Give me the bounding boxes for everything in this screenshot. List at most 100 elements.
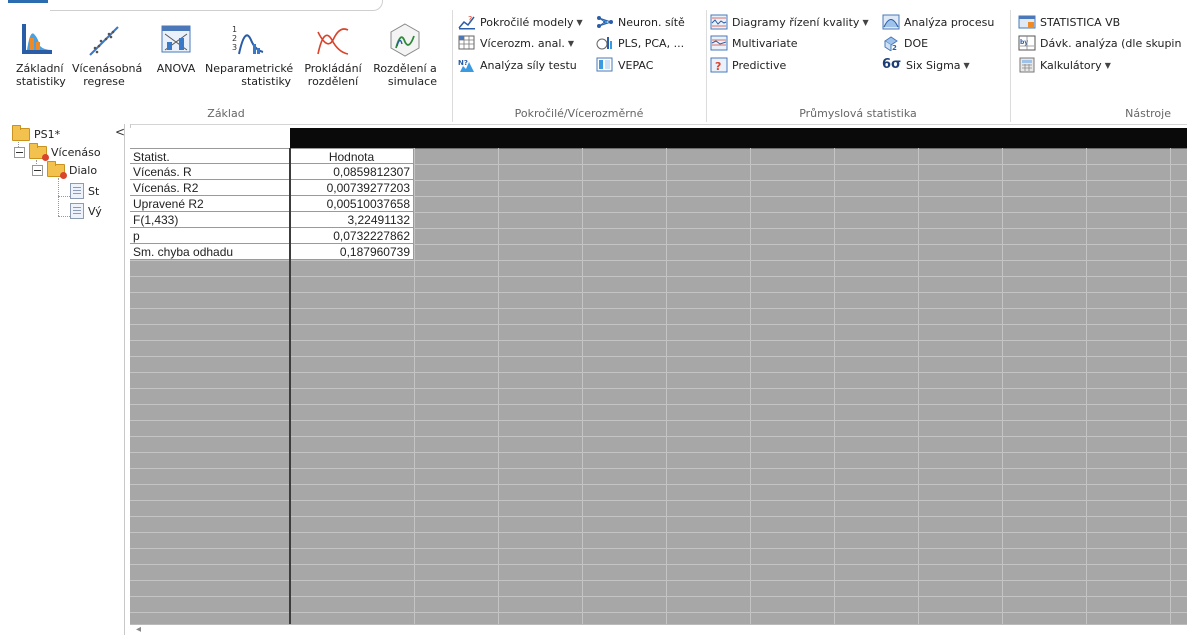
doe-icon: 2 [882,35,900,52]
neural-network-icon [596,14,614,30]
header-cell-value[interactable]: Hodnota [290,148,414,164]
horizontal-scrollbar[interactable]: ◂ [130,624,1187,635]
folder-open-icon [12,124,30,141]
process-analysis-button[interactable]: Analýza procesu [882,12,994,32]
grid-line [582,148,583,635]
advanced-models-button[interactable]: ? Pokročilé modely ▼ [458,12,583,32]
predictive-label: Predictive [732,58,787,72]
tree-item-sheet-1[interactable]: St [70,182,99,200]
advanced-models-label: Pokročilé modely [480,15,574,29]
table-row-name[interactable]: Vícenás. R2 [130,180,290,196]
group-tools: STATISTICA VB by Dávk. analýza (dle skup… [1010,10,1187,122]
tree-item-label: St [88,184,100,198]
predictive-button[interactable]: ? Predictive [710,55,786,75]
grid-line [666,148,667,635]
power-analysis-label: Analýza síly testu [480,58,577,72]
folder-analysis-icon [47,160,67,179]
chevron-down-icon: ▼ [576,17,583,27]
doe-button[interactable]: 2 DOE [882,33,928,53]
tree-connector [58,196,70,197]
six-sigma-button[interactable]: 6σ Six Sigma ▼ [882,55,970,75]
grid-line [834,148,835,635]
statistica-vb-label: STATISTICA VB [1040,15,1121,29]
table-row-name[interactable]: Sm. chyba odhadu [130,244,290,260]
pls-pca-label: PLS, PCA, ... [618,36,685,50]
nonparametric-button[interactable]: 1 2 3 Neparametrické statistiky [205,22,293,88]
tree-item-label: Dialo [69,163,98,177]
multiple-regression-label-1: Vícenásobná [72,62,143,75]
chevron-down-icon: ▼ [862,17,869,27]
tree-item-dialog[interactable]: Dialo [32,160,98,179]
calculators-button[interactable]: Kalkulátory ▼ [1018,55,1111,75]
basic-statistics-label-1: Základní [16,62,64,75]
multivariate-analysis-button[interactable]: Vícerozm. anal. ▼ [458,33,574,53]
table-row-value[interactable]: 0,0859812307 [290,164,414,180]
distribution-fitting-label-1: Prokládání [304,62,362,75]
statistica-vb-button[interactable]: STATISTICA VB [1018,12,1120,32]
svg-text:N?: N? [458,59,468,67]
basic-statistics-icon [20,22,54,58]
basic-statistics-button[interactable]: Základní statistiky [16,22,66,88]
table-row-value[interactable]: 0,00739277203 [290,180,414,196]
tree-item-sheet-2[interactable]: Vý [70,202,102,220]
nonparametric-icon: 1 2 3 [231,22,265,58]
quality-control-charts-button[interactable]: Diagramy řízení kvality ▼ [710,12,869,32]
collapse-icon[interactable] [32,164,43,176]
table-row-name[interactable]: F(1,433) [130,212,290,228]
group-label-industrial: Průmyslová statistika [799,107,917,120]
table-row-name[interactable]: Upravené R2 [130,196,290,212]
group-label-advanced: Pokročilé/Vícerozměrné [514,107,644,120]
multiple-regression-icon [87,22,121,58]
pls-pca-button[interactable]: PLS, PCA, ... [596,33,684,53]
pls-pca-icon [596,35,614,51]
table-row-value[interactable]: 0,0732227862 [290,228,414,244]
collapse-icon[interactable] [14,146,25,158]
tree-connector [58,216,70,217]
distribution-simulation-button[interactable]: Rozdělení a simulace [373,22,437,88]
multiple-regression-button[interactable]: Vícenásobná regrese [72,22,143,88]
multivariate-button[interactable]: Multivariate [710,33,798,53]
spreadsheet-icon [70,183,84,199]
distribution-fitting-label-2: rozdělení [307,75,359,88]
nonparametric-label-2: statistiky [241,75,291,88]
anova-button[interactable]: ANOVA [154,22,198,75]
column-header-line [290,148,1187,149]
svg-text:1: 1 [232,25,237,34]
multivariate-label: Multivariate [732,36,798,50]
ribbon-tab-strip [0,0,1187,11]
neural-networks-label: Neuron. sítě [618,15,685,29]
neural-networks-button[interactable]: Neuron. sítě [596,12,685,32]
vepac-button[interactable]: VEPAC [596,55,653,75]
grid-line [1002,148,1003,635]
results-spreadsheet: Statist. Hodnota Vícenás. R 0,0859812307 V… [130,128,1187,635]
tree-item-regression[interactable]: Vícenáso [14,142,101,161]
grid-line [1086,148,1087,635]
batch-analysis-button[interactable]: by Dávk. analýza (dle skupin [1018,33,1181,53]
table-row-value[interactable]: 3,22491132 [290,212,414,228]
distribution-simulation-label-2: simulace [387,75,437,88]
table-row-value[interactable]: 0,187960739 [290,244,414,260]
distribution-simulation-label-1: Rozdělení a [373,62,437,75]
svg-text:2: 2 [892,44,897,51]
table-row-name[interactable]: Vícenás. R [130,164,290,180]
distribution-simulation-icon [388,22,422,58]
group-label-tools: Nástroje [1125,107,1171,120]
grid-line [414,148,415,635]
table-row-value[interactable]: 0,00510037658 [290,196,414,212]
distribution-fitting-button[interactable]: Prokládání rozdělení [303,22,363,88]
calculator-icon [1018,57,1036,73]
chevron-down-icon: ▼ [567,38,575,48]
scroll-left-icon[interactable]: ◂ [136,624,141,635]
six-sigma-label: Six Sigma [906,58,961,72]
grid-line [750,148,751,635]
ribbon: Základní statistiky Vícenásobná regrese [0,0,1187,125]
basic-statistics-label-2: statistiky [16,75,66,88]
table-row-name[interactable]: p [130,228,290,244]
multivariate-analysis-icon [458,35,476,51]
tree-item-workbook[interactable]: PS1* [12,124,60,143]
doe-label: DOE [904,36,929,50]
grid-corner [130,128,290,148]
power-analysis-button[interactable]: N? Analýza síly testu [458,55,577,75]
group-advanced: ? Pokročilé modely ▼ Neuron. sítě Víceroz… [452,10,707,122]
header-cell-statistic[interactable]: Statist. [130,148,290,164]
